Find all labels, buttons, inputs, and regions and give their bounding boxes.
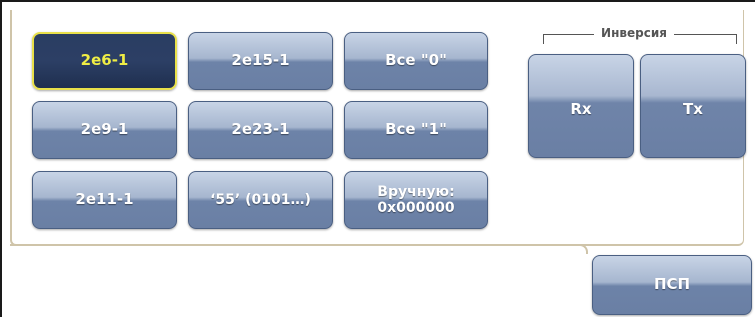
pattern-button-2e11-1[interactable]: 2e11-1 — [32, 171, 177, 229]
inversion-rx-button[interactable]: Rx — [528, 54, 634, 158]
pattern-button-2e6-1[interactable]: 2e6-1 — [32, 32, 177, 90]
inversion-title: Инверсия — [594, 26, 674, 40]
pattern-button-2e9-1[interactable]: 2e9-1 — [32, 101, 177, 159]
pattern-button-2e15-1[interactable]: 2e15-1 — [188, 32, 333, 90]
pattern-button-2e23-1[interactable]: 2e23-1 — [188, 101, 333, 159]
pattern-button-all-zeros[interactable]: Все "0" — [344, 32, 488, 90]
inversion-tx-button[interactable]: Tx — [640, 54, 746, 158]
panel-border-extension — [10, 244, 588, 254]
tab-psp[interactable]: ПСП — [592, 255, 752, 315]
pattern-button-manual[interactable]: Вручную: 0x000000 — [344, 171, 488, 229]
pattern-button-all-ones[interactable]: Все "1" — [344, 101, 488, 159]
pattern-button-55[interactable]: ‘55’ (0101…) — [188, 171, 333, 229]
